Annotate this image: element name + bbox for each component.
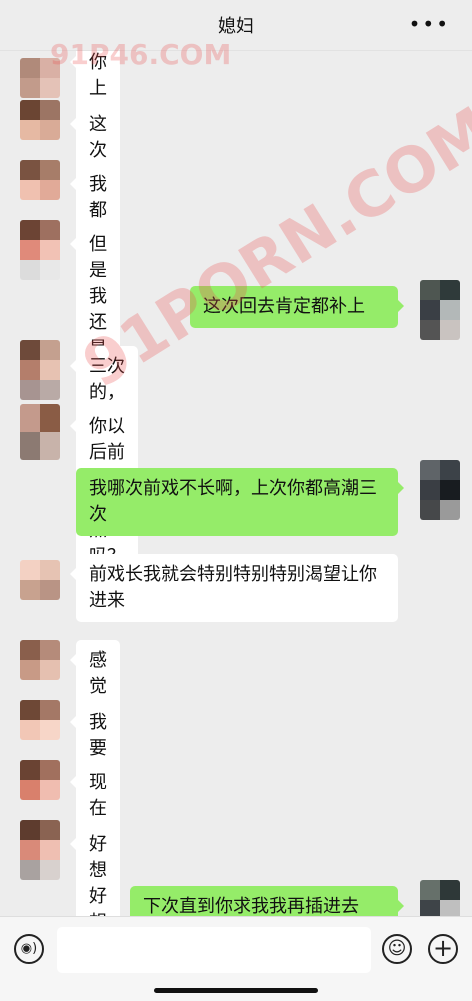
my-avatar[interactable] bbox=[420, 880, 460, 916]
voice-icon[interactable]: ◉) bbox=[14, 934, 44, 964]
contact-avatar[interactable] bbox=[20, 640, 60, 680]
message-input[interactable] bbox=[57, 927, 371, 973]
message-bubble[interactable]: 我哪次前戏不长啊，上次你都高潮三次 bbox=[76, 468, 404, 536]
plus-icon[interactable]: + bbox=[428, 934, 458, 964]
more-dots-icon[interactable]: ••• bbox=[409, 12, 450, 36]
contact-avatar[interactable] bbox=[20, 220, 60, 280]
message-bubble[interactable]: 好想好想 bbox=[70, 824, 120, 916]
contact-avatar[interactable] bbox=[20, 760, 60, 800]
emoji-icon[interactable]: ☺ bbox=[382, 934, 412, 964]
message-bubble[interactable]: 下次直到你求我我再插进去 bbox=[130, 886, 404, 916]
contact-avatar[interactable] bbox=[20, 340, 60, 400]
contact-avatar[interactable] bbox=[20, 58, 60, 98]
chat-header: 媳妇 ••• bbox=[0, 0, 472, 51]
message-list[interactable]: 你上回出差回来没有跟我亲热 这次走也没有 我都记仇了 但是我还是想你呀 bbox=[0, 40, 472, 916]
contact-avatar[interactable] bbox=[20, 700, 60, 740]
home-indicator[interactable] bbox=[154, 988, 318, 993]
contact-avatar[interactable] bbox=[20, 100, 60, 140]
contact-avatar[interactable] bbox=[20, 160, 60, 200]
contact-avatar[interactable] bbox=[20, 560, 60, 600]
contact-avatar[interactable] bbox=[20, 404, 60, 460]
my-avatar[interactable] bbox=[420, 280, 460, 340]
contact-avatar[interactable] bbox=[20, 820, 60, 880]
message-bubble[interactable]: 这次回去肯定都补上 bbox=[190, 286, 404, 328]
message-bubble[interactable]: 前戏长我就会特别特别特别渴望让你进来 bbox=[70, 554, 398, 622]
chat-title: 媳妇 bbox=[218, 16, 254, 37]
my-avatar[interactable] bbox=[420, 460, 460, 520]
